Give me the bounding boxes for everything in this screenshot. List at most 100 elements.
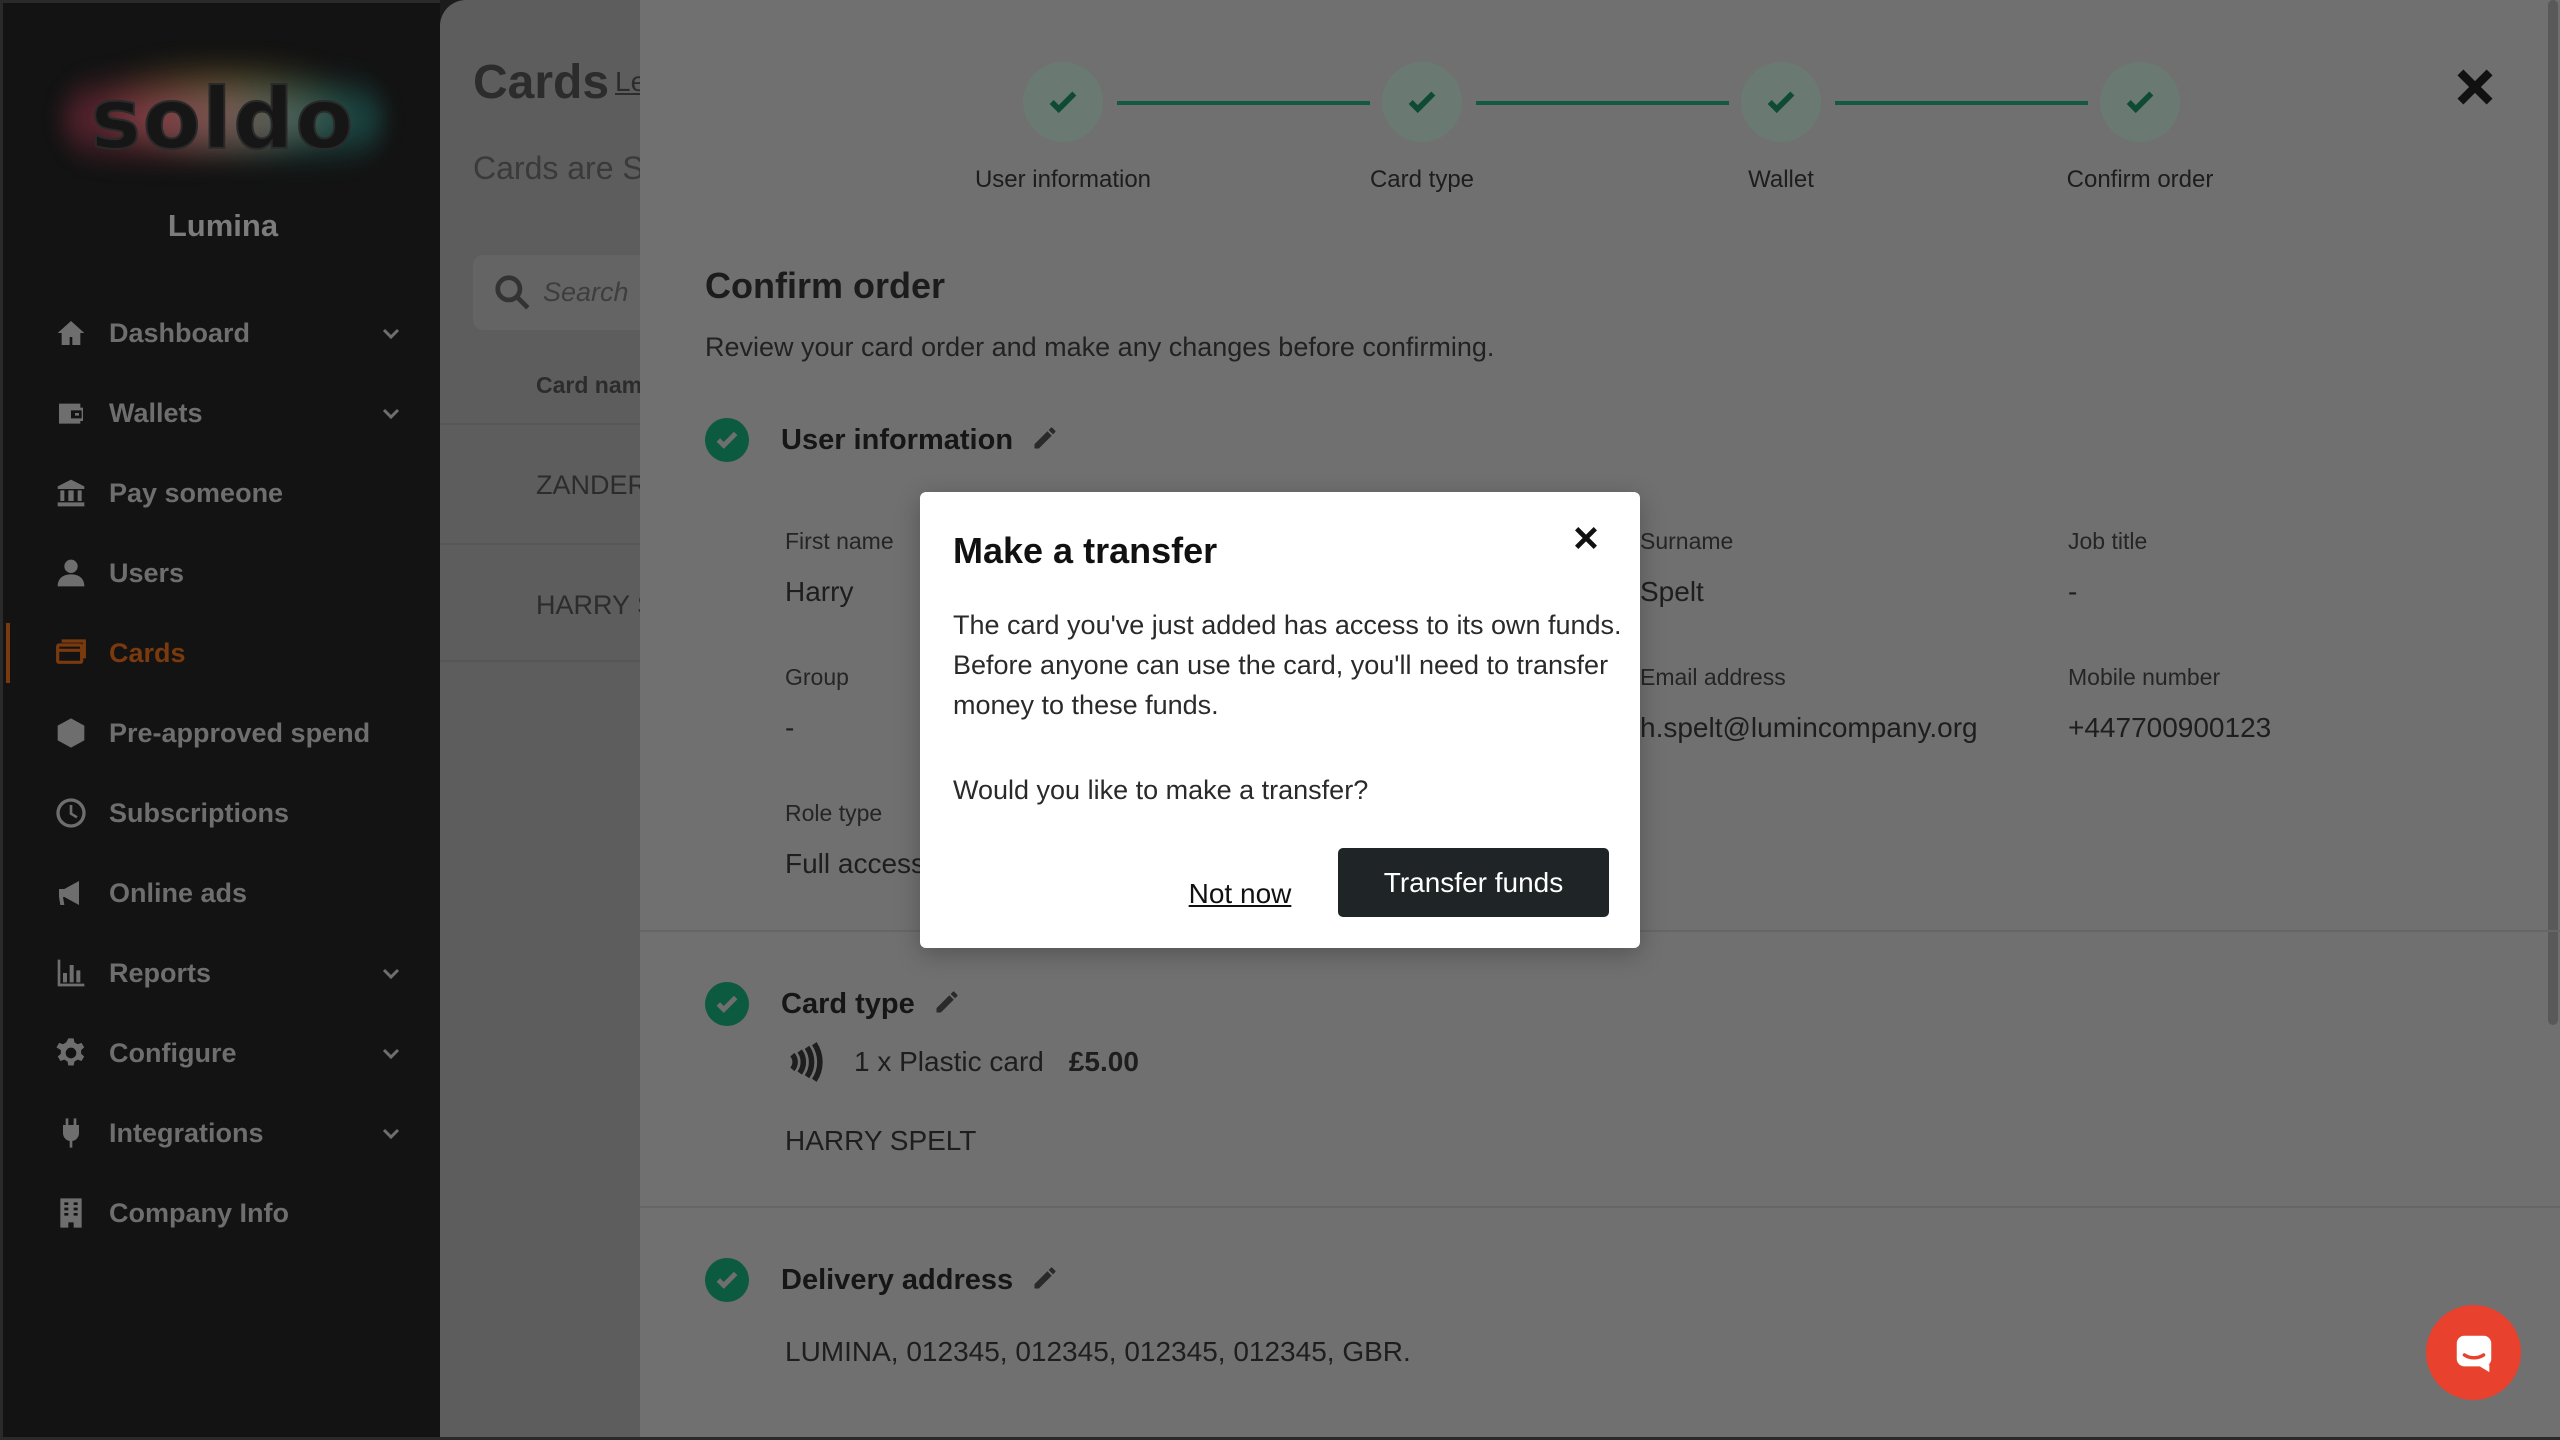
- group-value: -: [785, 712, 795, 743]
- sidebar: soldo Lumina Dashboard Wallets Pay someo…: [0, 0, 440, 1440]
- step-label: Confirm order: [2066, 166, 2214, 193]
- sidebar-item-label: Integrations: [109, 1117, 264, 1148]
- page-subtitle: Cards are So: [473, 150, 662, 186]
- bar-chart-icon: [53, 955, 89, 991]
- mobile-label: Mobile number: [2068, 664, 2221, 690]
- sidebar-item-pay-someone[interactable]: Pay someone: [3, 453, 443, 533]
- sidebar-item-integrations[interactable]: Integrations: [3, 1093, 443, 1173]
- wallet-icon: [53, 395, 89, 431]
- transfer-funds-button[interactable]: Transfer funds: [1338, 848, 1609, 917]
- modal-body-text: The card you've just added has access to…: [953, 610, 1622, 720]
- edit-user-information-button[interactable]: [1031, 424, 1059, 457]
- chevron-down-icon: [379, 321, 403, 345]
- sidebar-item-reports[interactable]: Reports: [3, 933, 443, 1013]
- sidebar-item-company-info[interactable]: Company Info: [3, 1173, 443, 1253]
- sidebar-item-label: Subscriptions: [109, 797, 290, 828]
- sidebar-item-configure[interactable]: Configure: [3, 1013, 443, 1093]
- check-circle-icon: [705, 1258, 749, 1302]
- role-type-value: Full access: [785, 848, 926, 879]
- close-icon: [1575, 527, 1597, 549]
- sidebar-item-label: Cards: [109, 637, 186, 668]
- step-label: Wallet: [1748, 166, 1814, 193]
- user-icon: [53, 555, 89, 591]
- job-title-label: Job title: [2068, 528, 2148, 554]
- chat-icon: [2456, 1335, 2491, 1372]
- card-type-item: 1 x Plastic card: [854, 1046, 1044, 1077]
- card-type-price: £5.00: [1068, 1046, 1139, 1077]
- sidebar-item-subscriptions[interactable]: Subscriptions: [3, 773, 443, 853]
- first-name-label: First name: [785, 528, 894, 554]
- chevron-down-icon: [379, 961, 403, 985]
- section-title: User information: [781, 423, 1014, 456]
- section-header-card-type: Card type: [705, 982, 961, 1026]
- sidebar-item-cards[interactable]: Cards: [3, 613, 443, 693]
- sidebar-item-dashboard[interactable]: Dashboard: [3, 293, 443, 373]
- chevron-down-icon: [379, 401, 403, 425]
- confirm-order-subtitle: Review your card order and make any chan…: [705, 332, 1495, 362]
- surname-label: Surname: [1640, 528, 1734, 554]
- bank-icon: [53, 475, 89, 511]
- sidebar-item-label: Users: [109, 557, 185, 588]
- modal-close-button[interactable]: [1570, 522, 1602, 554]
- surname-value: Spelt: [1640, 576, 1704, 607]
- delivery-address-value: LUMINA, 012345, 012345, 012345, 012345, …: [785, 1336, 1411, 1367]
- sidebar-item-users[interactable]: Users: [3, 533, 443, 613]
- first-name-value: Harry: [785, 576, 854, 607]
- chevron-down-icon: [379, 1121, 403, 1145]
- email-value: h.spelt@lumincompany.org: [1640, 712, 1978, 743]
- check-icon: [2126, 91, 2154, 114]
- search-icon: [495, 275, 530, 310]
- section-header-delivery-address: Delivery address: [705, 1258, 1059, 1302]
- email-label: Email address: [1640, 664, 1786, 690]
- hexagon-icon: [53, 715, 89, 751]
- sidebar-item-online-ads[interactable]: Online ads: [3, 853, 443, 933]
- check-icon: [1408, 91, 1436, 114]
- make-transfer-modal: Make a transfer The card you've just add…: [920, 492, 1640, 948]
- card-type-line: 1 x Plastic card £5.00: [785, 1040, 1139, 1084]
- column-header-card-name[interactable]: Card nam: [536, 372, 642, 399]
- sidebar-item-label: Pre-approved spend: [109, 717, 371, 748]
- sidebar-item-label: Reports: [109, 957, 212, 988]
- contactless-icon: [790, 1042, 823, 1082]
- step-connector: [1835, 101, 2088, 105]
- sidebar-nav: Dashboard Wallets Pay someone Users Card…: [3, 293, 443, 1253]
- section-divider: [640, 1206, 2560, 1208]
- not-now-button[interactable]: Not now: [1180, 864, 1300, 924]
- check-circle-icon: [705, 418, 749, 462]
- step-indicator-complete: [1741, 62, 1821, 142]
- step-connector: [1476, 101, 1729, 105]
- edit-delivery-address-button[interactable]: [1031, 1264, 1059, 1297]
- sidebar-item-label: Pay someone: [109, 477, 284, 508]
- sidebar-item-label: Dashboard: [109, 317, 251, 348]
- modal-question: Would you like to make a transfer?: [953, 775, 1369, 805]
- sidebar-item-label: Company Info: [109, 1197, 289, 1228]
- table-row[interactable]: ZANDER: [536, 470, 647, 501]
- sidebar-item-pre-approved-spend[interactable]: Pre-approved spend: [3, 693, 443, 773]
- sidebar-item-label: Configure: [109, 1037, 237, 1068]
- pencil-icon: [1034, 1266, 1056, 1288]
- gear-icon: [53, 1035, 89, 1071]
- section-title: Card type: [781, 987, 915, 1020]
- chat-support-button[interactable]: [2426, 1305, 2521, 1400]
- section-header-user-information: User information: [705, 418, 1059, 462]
- sidebar-item-wallets[interactable]: Wallets: [3, 373, 443, 453]
- check-circle-icon: [705, 982, 749, 1026]
- step-connector: [1117, 101, 1370, 105]
- check-icon: [1049, 91, 1077, 114]
- pencil-icon: [1034, 426, 1056, 448]
- drawer-close-button[interactable]: [2450, 62, 2500, 112]
- section-title: Delivery address: [781, 1263, 1014, 1296]
- edit-card-type-button[interactable]: [933, 988, 961, 1021]
- sidebar-item-label: Online ads: [109, 877, 248, 908]
- soldo-logo[interactable]: soldo: [63, 59, 383, 179]
- card-icon: [53, 635, 89, 671]
- name-on-card: HARRY SPELT: [785, 1125, 977, 1156]
- plug-icon: [53, 1115, 89, 1151]
- step-label: Card type: [1369, 166, 1475, 193]
- search-placeholder: Search: [543, 277, 629, 307]
- confirm-order-title: Confirm order: [705, 265, 946, 306]
- sidebar-item-label: Wallets: [109, 397, 203, 428]
- clock-icon: [53, 795, 89, 831]
- table-row[interactable]: HARRY S: [536, 590, 655, 621]
- step-indicator-complete: [1023, 62, 1103, 142]
